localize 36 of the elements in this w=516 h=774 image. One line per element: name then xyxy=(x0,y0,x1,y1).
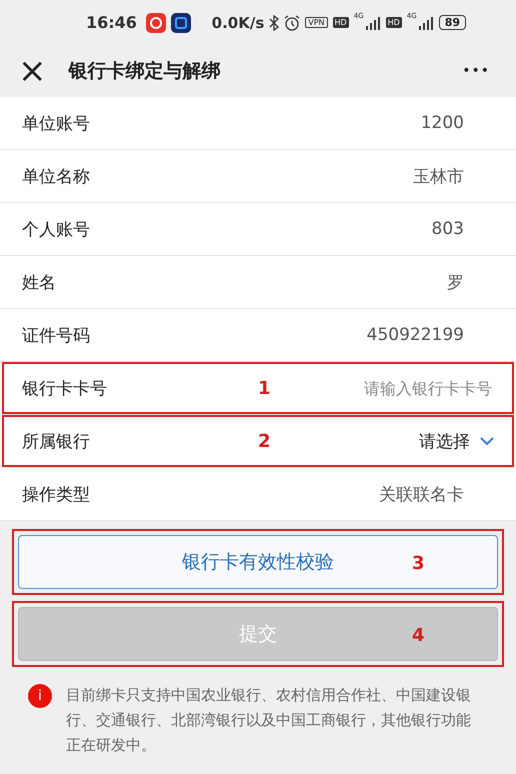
vpn-badge: VPN xyxy=(305,17,328,28)
notice-text: 目前绑卡只支持中国农业银行、农村信用合作社、中国建设银行、交通银行、北部湾银行以及中国工商银行，其他银行功能正在研发中。 xyxy=(66,685,472,756)
battery-level: 89 xyxy=(438,15,466,30)
annotation-number: 2 xyxy=(258,430,271,452)
field-label: 单位账号 xyxy=(22,112,91,134)
more-button[interactable]: ••• xyxy=(456,62,496,80)
hd-badge: HD xyxy=(386,17,402,28)
app-icon xyxy=(146,12,166,32)
bluetooth-icon xyxy=(269,14,280,30)
field-value: 玉林市 xyxy=(412,166,465,188)
field-label: 证件号码 xyxy=(22,324,91,346)
annotation-number: 1 xyxy=(258,378,271,398)
field-label: 个人账号 xyxy=(22,218,91,240)
app-icon xyxy=(170,12,191,32)
annotation-number: 4 xyxy=(412,625,425,646)
field-value: 罗 xyxy=(446,272,465,294)
field-value: 1200 xyxy=(420,113,465,133)
close-button[interactable]: × xyxy=(10,54,54,88)
clock-time: 16:46 xyxy=(86,13,137,32)
field-label: 所属银行 xyxy=(22,430,91,452)
info-icon: i xyxy=(28,684,52,708)
network-speed: 0.0K/s xyxy=(212,14,264,32)
chevron-down-icon xyxy=(480,436,494,446)
signal-icon xyxy=(418,16,434,30)
alarm-icon xyxy=(284,14,300,30)
page-title: 银行卡绑定与解绑 xyxy=(68,59,222,84)
annotation-number: 3 xyxy=(412,553,425,574)
field-value: 关联联名卡 xyxy=(378,484,465,506)
field-value: 803 xyxy=(430,219,465,239)
field-label: 银行卡卡号 xyxy=(22,378,108,400)
field-label: 单位名称 xyxy=(22,166,91,188)
field-value: 450922199 xyxy=(366,325,465,345)
field-label: 操作类型 xyxy=(22,484,91,506)
field-label: 姓名 xyxy=(22,272,57,294)
signal-icon xyxy=(364,16,381,30)
hd-badge: HD xyxy=(332,17,349,28)
